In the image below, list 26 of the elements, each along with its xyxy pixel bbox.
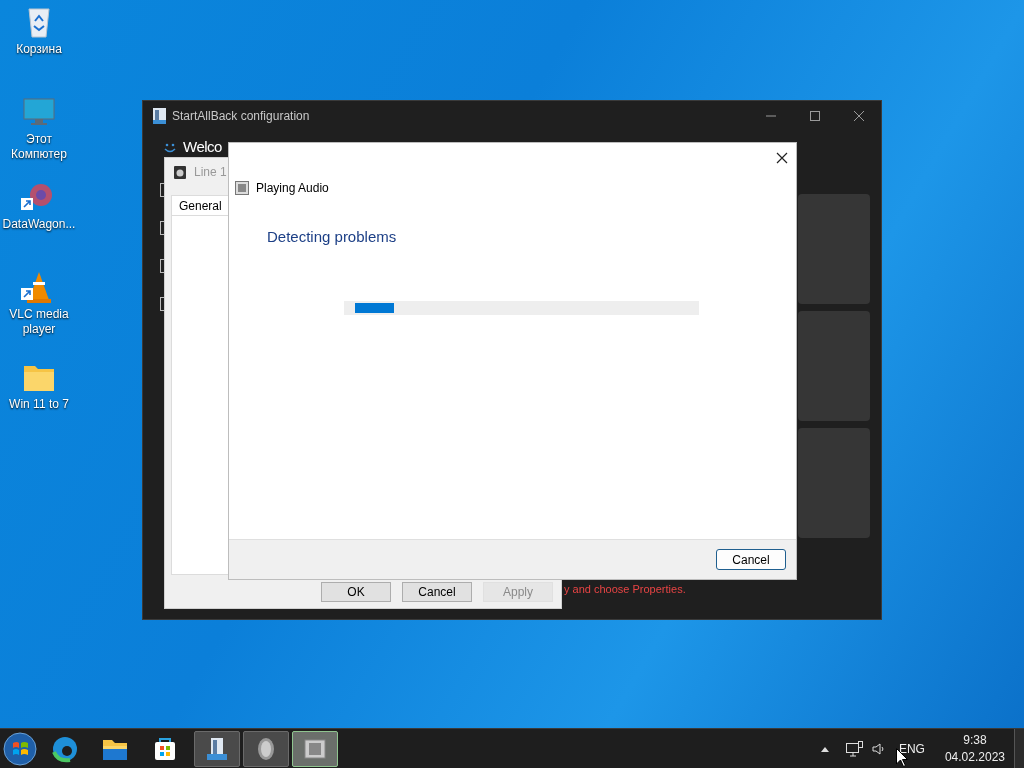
taskbar-button[interactable] [194, 730, 240, 767]
hint-text: y and choose Properties. [564, 583, 686, 595]
desktop-icon-label[interactable]: DataWagon... [2, 217, 76, 232]
taskbar-button[interactable] [292, 730, 338, 767]
desktop-icon-label[interactable]: Этот Компютер [0, 132, 78, 162]
app-icon [153, 108, 166, 124]
close-button[interactable] [853, 110, 865, 122]
desktop-icon-label[interactable]: VLC media player [0, 307, 78, 337]
desktop-icon-label[interactable]: Корзина [16, 42, 62, 57]
network-icon[interactable] [845, 740, 863, 757]
status-heading: Detecting problems [267, 227, 397, 247]
cancel-button[interactable]: Cancel [716, 549, 786, 570]
close-button[interactable] [776, 152, 788, 164]
tab[interactable]: General [171, 195, 230, 215]
dialog-button[interactable]: OK [321, 582, 391, 602]
maximize-button[interactable] [809, 110, 821, 122]
desktop-icon-label[interactable]: Win 11 to 7 [9, 397, 69, 412]
dialog-button[interactable]: Cancel [402, 582, 472, 602]
welcome-heading: Welco [183, 139, 222, 155]
dialog-title: Playing Audio [256, 180, 329, 197]
window-title: StartAllBack configuration [172, 108, 310, 125]
show-hidden-icons-icon[interactable] [820, 745, 829, 752]
window-title: Line 1 [194, 164, 227, 181]
start-button[interactable] [3, 731, 37, 766]
taskbar-button[interactable] [243, 730, 289, 767]
clock[interactable]: 9:38 04.02.2023 [944, 731, 1005, 766]
